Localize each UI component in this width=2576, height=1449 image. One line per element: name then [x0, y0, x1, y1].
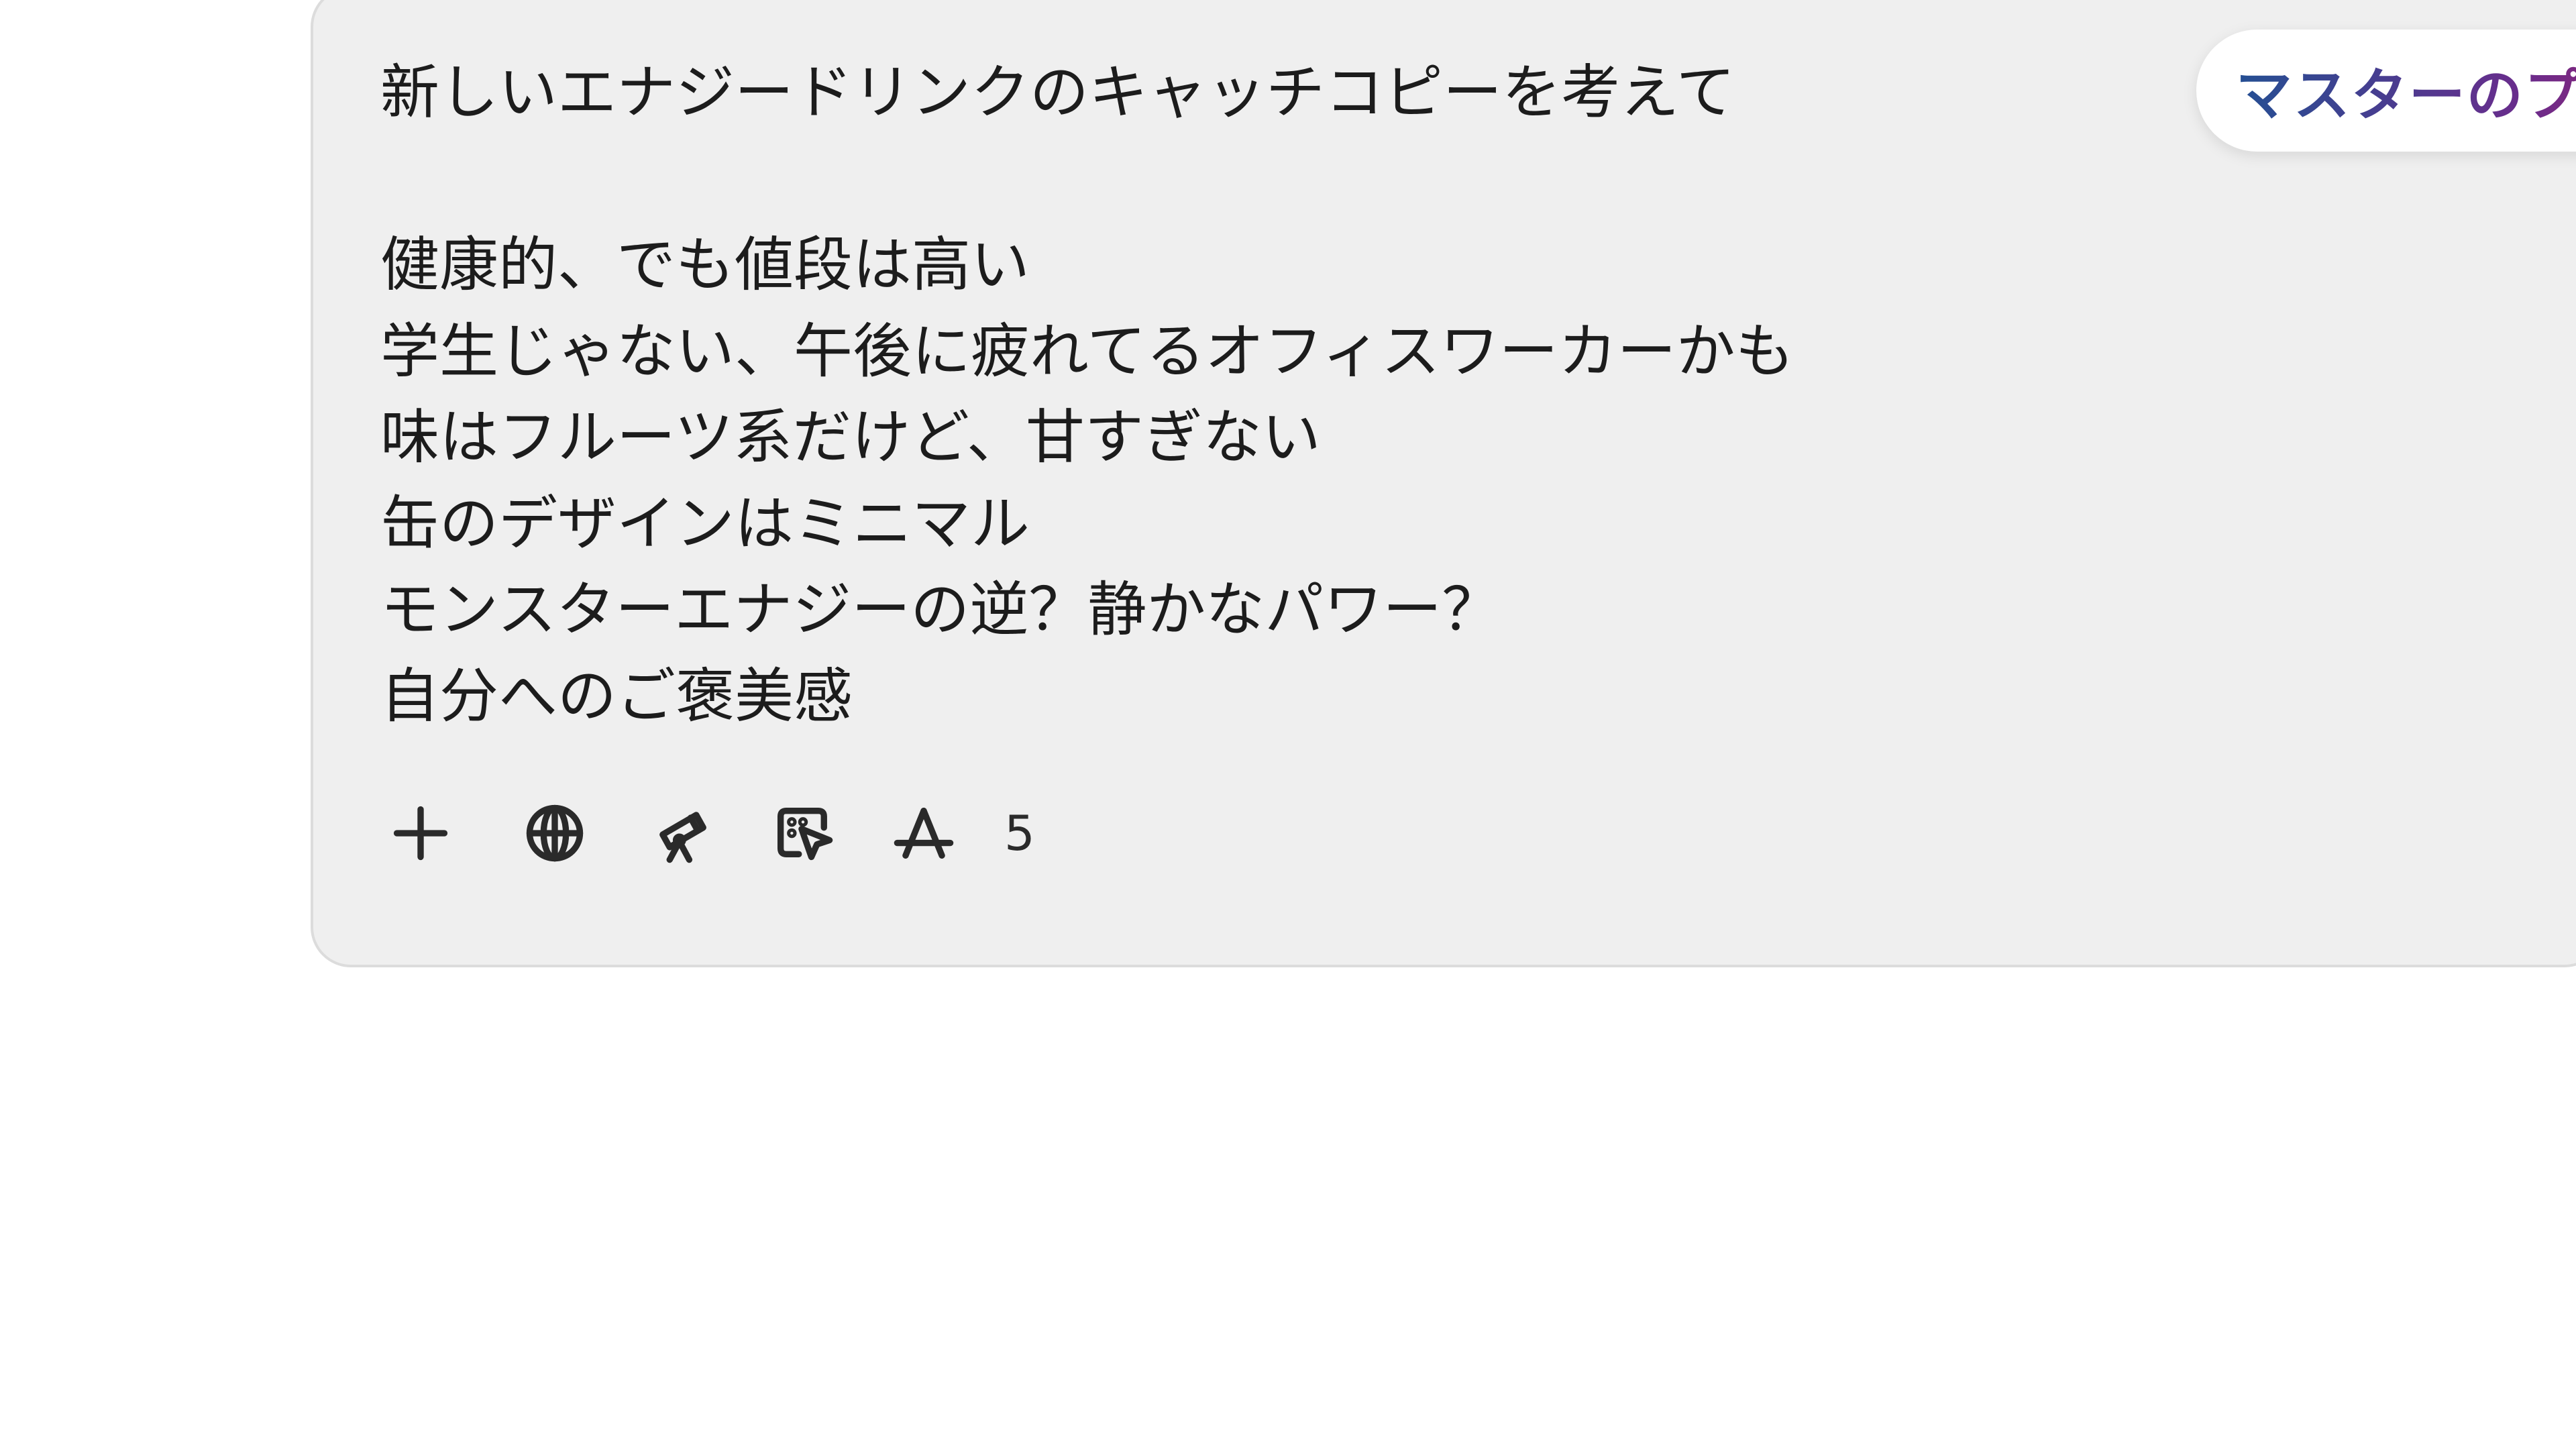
canvas-cursor-icon	[777, 807, 833, 861]
plus-icon	[393, 806, 448, 861]
prompt-composer[interactable]: 新しいエナジードリンクのキャッチコピーを考えて 健康的、でも値段は高い 学生じゃ…	[311, 0, 2576, 967]
add-button[interactable]	[380, 793, 461, 873]
app-store-icon	[894, 807, 954, 859]
page: 新しいエナジードリンクのキャッチコピーを考えて 健康的、でも値段は高い 学生じゃ…	[0, 0, 2576, 1449]
web-search-button[interactable]	[515, 793, 595, 873]
canvas-button[interactable]	[763, 793, 843, 873]
apps-count: 5	[1004, 805, 1035, 861]
telescope-icon	[659, 812, 706, 863]
composer-toolbar: 5	[380, 793, 1185, 873]
research-button[interactable]	[642, 793, 722, 873]
apps-button[interactable]	[883, 793, 964, 873]
globe-icon	[526, 804, 584, 862]
master-prompt-label: マスターのプロンプト	[2236, 50, 2576, 131]
prompt-text[interactable]: 新しいエナジードリンクのキャッチコピーを考えて 健康的、でも値段は高い 学生じゃ…	[380, 50, 2527, 739]
master-prompt-badge[interactable]: マスターのプロンプト	[2196, 30, 2576, 152]
